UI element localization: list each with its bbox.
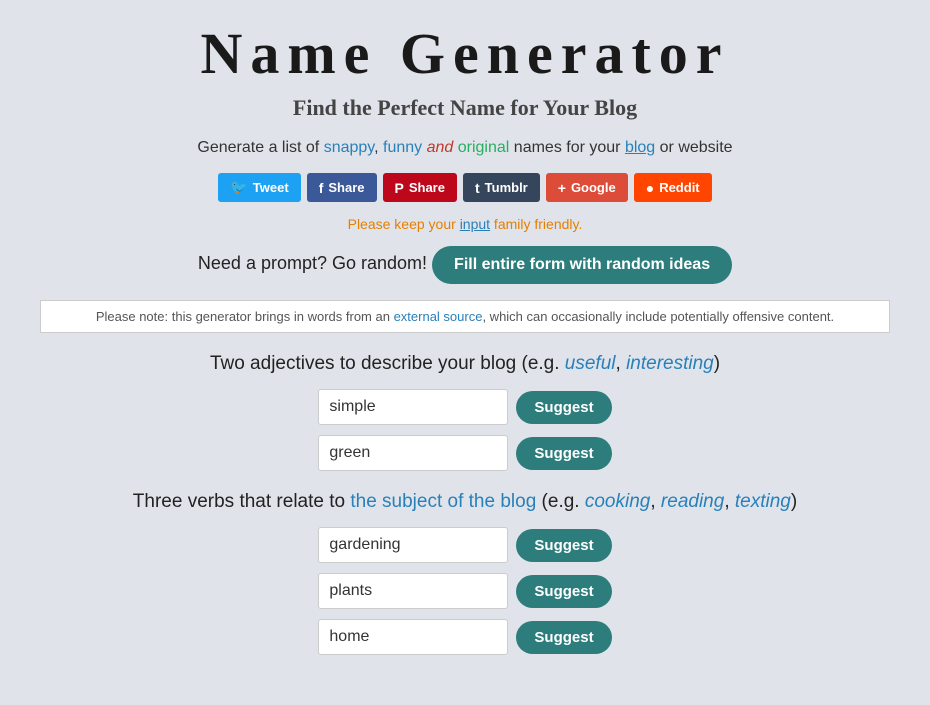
verbs-label: Three verbs that relate to the subject o… [40,491,890,513]
page-description: Generate a list of snappy, funny and ori… [40,139,890,157]
tweet-button[interactable]: 🐦 Tweet [218,173,300,202]
adjective-input-row-1: Suggest [40,389,890,425]
adjective-suggest-button-2[interactable]: Suggest [516,437,611,470]
adjectives-label: Two adjectives to describe your blog (e.… [40,353,890,375]
page-subtitle: Find the Perfect Name for Your Blog [40,95,890,121]
adjective-input-1[interactable] [318,389,508,425]
reddit-icon: ● [646,180,654,196]
verb-input-2[interactable] [318,573,508,609]
prompt-row: Need a prompt? Go random! Fill entire fo… [40,246,890,284]
adjectives-section: Two adjectives to describe your blog (e.… [40,353,890,471]
adjective-input-row-2: Suggest [40,435,890,471]
google-share-button[interactable]: + Google [546,173,628,202]
verbs-section: Three verbs that relate to the subject o… [40,491,890,655]
facebook-share-button[interactable]: f Share [307,173,377,202]
verb-input-1[interactable] [318,527,508,563]
page-title: Name Generator [40,20,890,87]
adjective-input-2[interactable] [318,435,508,471]
tumblr-icon: t [475,180,480,196]
google-plus-icon: + [558,180,566,196]
facebook-icon: f [319,180,324,196]
verb-suggest-button-3[interactable]: Suggest [516,621,611,654]
family-friendly-notice: Please keep your input family friendly. [40,216,890,232]
verb-input-row-3: Suggest [40,619,890,655]
verb-input-row-2: Suggest [40,573,890,609]
verb-input-3[interactable] [318,619,508,655]
adjective-suggest-button-1[interactable]: Suggest [516,391,611,424]
verb-suggest-button-2[interactable]: Suggest [516,575,611,608]
pinterest-icon: P [395,180,404,196]
pinterest-share-button[interactable]: P Share [383,173,457,202]
external-source-notice: Please note: this generator brings in wo… [40,300,890,333]
verb-suggest-button-1[interactable]: Suggest [516,529,611,562]
verb-input-row-1: Suggest [40,527,890,563]
random-fill-button[interactable]: Fill entire form with random ideas [432,246,732,284]
social-buttons-row: 🐦 Tweet f Share P Share t Tumblr + Googl… [40,173,890,202]
tumblr-share-button[interactable]: t Tumblr [463,173,540,202]
twitter-icon: 🐦 [230,179,247,196]
prompt-text: Need a prompt? Go random! [198,253,427,273]
reddit-share-button[interactable]: ● Reddit [634,173,712,202]
